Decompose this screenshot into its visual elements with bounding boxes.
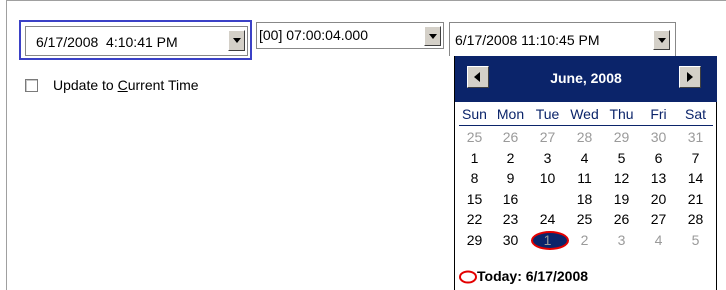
update-to-current-time-checkbox[interactable] [25,79,38,92]
calendar-day[interactable]: 3 [529,150,566,170]
weekday-header: Sat [684,106,706,122]
calendar-day[interactable]: 4 [566,150,603,170]
calendar-day[interactable]: 30 [640,129,677,149]
weekday-header: Mon [496,106,525,122]
start-time-value: 6/17/2008 4:10:41 PM [36,34,178,50]
calendar-day[interactable]: 13 [640,170,677,190]
calendar-day[interactable]: 8 [456,170,493,190]
weekday-header: Fri [650,106,667,122]
calendar-day[interactable]: 1 [529,232,566,252]
calendar-day[interactable]: 6 [640,150,677,170]
calendar-day[interactable]: 28 [677,211,714,231]
calendar-day[interactable]: 31 [677,129,714,149]
calendar-day[interactable]: 20 [640,191,677,211]
calendar-day[interactable]: 7 [677,150,714,170]
duration-value: [00] 07:00:04.000 [259,27,368,43]
duration-combo[interactable]: [00] 07:00:04.000 [256,22,444,49]
calendar-day[interactable]: 25 [456,129,493,149]
chevron-down-icon [658,38,666,43]
start-time-combo[interactable]: 6/17/2008 4:10:41 PM [19,20,252,60]
calendar-day[interactable]: 24 [529,211,566,231]
calendar-day[interactable]: 21 [677,191,714,211]
weekday-header: Sun [462,106,487,122]
calendar-day[interactable]: 23 [492,211,529,231]
start-time-field[interactable]: 6/17/2008 4:10:41 PM [25,26,248,56]
calendar-day[interactable]: 30 [492,232,529,252]
chevron-down-icon [429,34,437,39]
calendar-day[interactable]: 12 [603,170,640,190]
calendar-day[interactable]: 25 [566,211,603,231]
calendar-day[interactable]: 2 [492,150,529,170]
calendar-day[interactable]: 22 [456,211,493,231]
update-to-current-time-label[interactable]: Update to Current Time [53,77,199,93]
calendar-dropdown: June, 2008 Today: 6/17/2008 Sun Mon Tue Wed… [454,56,717,290]
calendar-day[interactable]: 14 [677,170,714,190]
month-title: June, 2008 [550,70,622,86]
calendar-day[interactable]: 26 [603,211,640,231]
calendar-day[interactable]: 29 [456,232,493,252]
weekday-header: Thu [609,106,634,122]
calendar-day[interactable]: 19 [603,191,640,211]
start-time-dropdown-button[interactable] [228,30,245,51]
weekday-header: Tue [535,106,560,122]
end-time-value: 6/17/2008 11:10:45 PM [455,32,600,48]
calendar-day[interactable]: 5 [603,150,640,170]
calendar-header: June, 2008 [455,56,717,102]
duration-dropdown-button[interactable] [424,26,441,46]
calendar-day[interactable]: 27 [529,129,566,149]
calendar-day[interactable]: 1 [456,150,493,170]
calendar-day[interactable]: 15 [456,191,493,211]
end-time-dropdown-button[interactable] [653,30,670,50]
chevron-down-icon [233,38,241,43]
calendar-day[interactable]: 16 [492,191,529,211]
next-month-button[interactable] [679,66,701,88]
calendar-day[interactable]: 5 [677,232,714,252]
calendar-day[interactable]: 10 [529,170,566,190]
today-circle-icon [459,270,477,284]
calendar-day[interactable]: 29 [603,129,640,149]
weekday-separator [459,125,713,126]
calendar-day[interactable]: 2 [566,232,603,252]
calendar-day[interactable]: 26 [492,129,529,149]
calendar-day[interactable]: 11 [566,170,603,190]
today-label: Today: 6/17/2008 [477,268,589,284]
calendar-day[interactable]: 3 [603,232,640,252]
calendar-day[interactable]: 18 [566,191,603,211]
selected-day-cell[interactable]: 17 [529,191,566,211]
weekday-header: Wed [570,106,599,122]
arrow-right-icon [687,72,693,82]
calendar-day[interactable]: 9 [492,170,529,190]
calendar-day[interactable]: 27 [640,211,677,231]
calendar-day[interactable]: 28 [566,129,603,149]
calendar-day[interactable]: 4 [640,232,677,252]
end-time-combo[interactable]: 6/17/2008 11:10:45 PM [449,22,676,56]
